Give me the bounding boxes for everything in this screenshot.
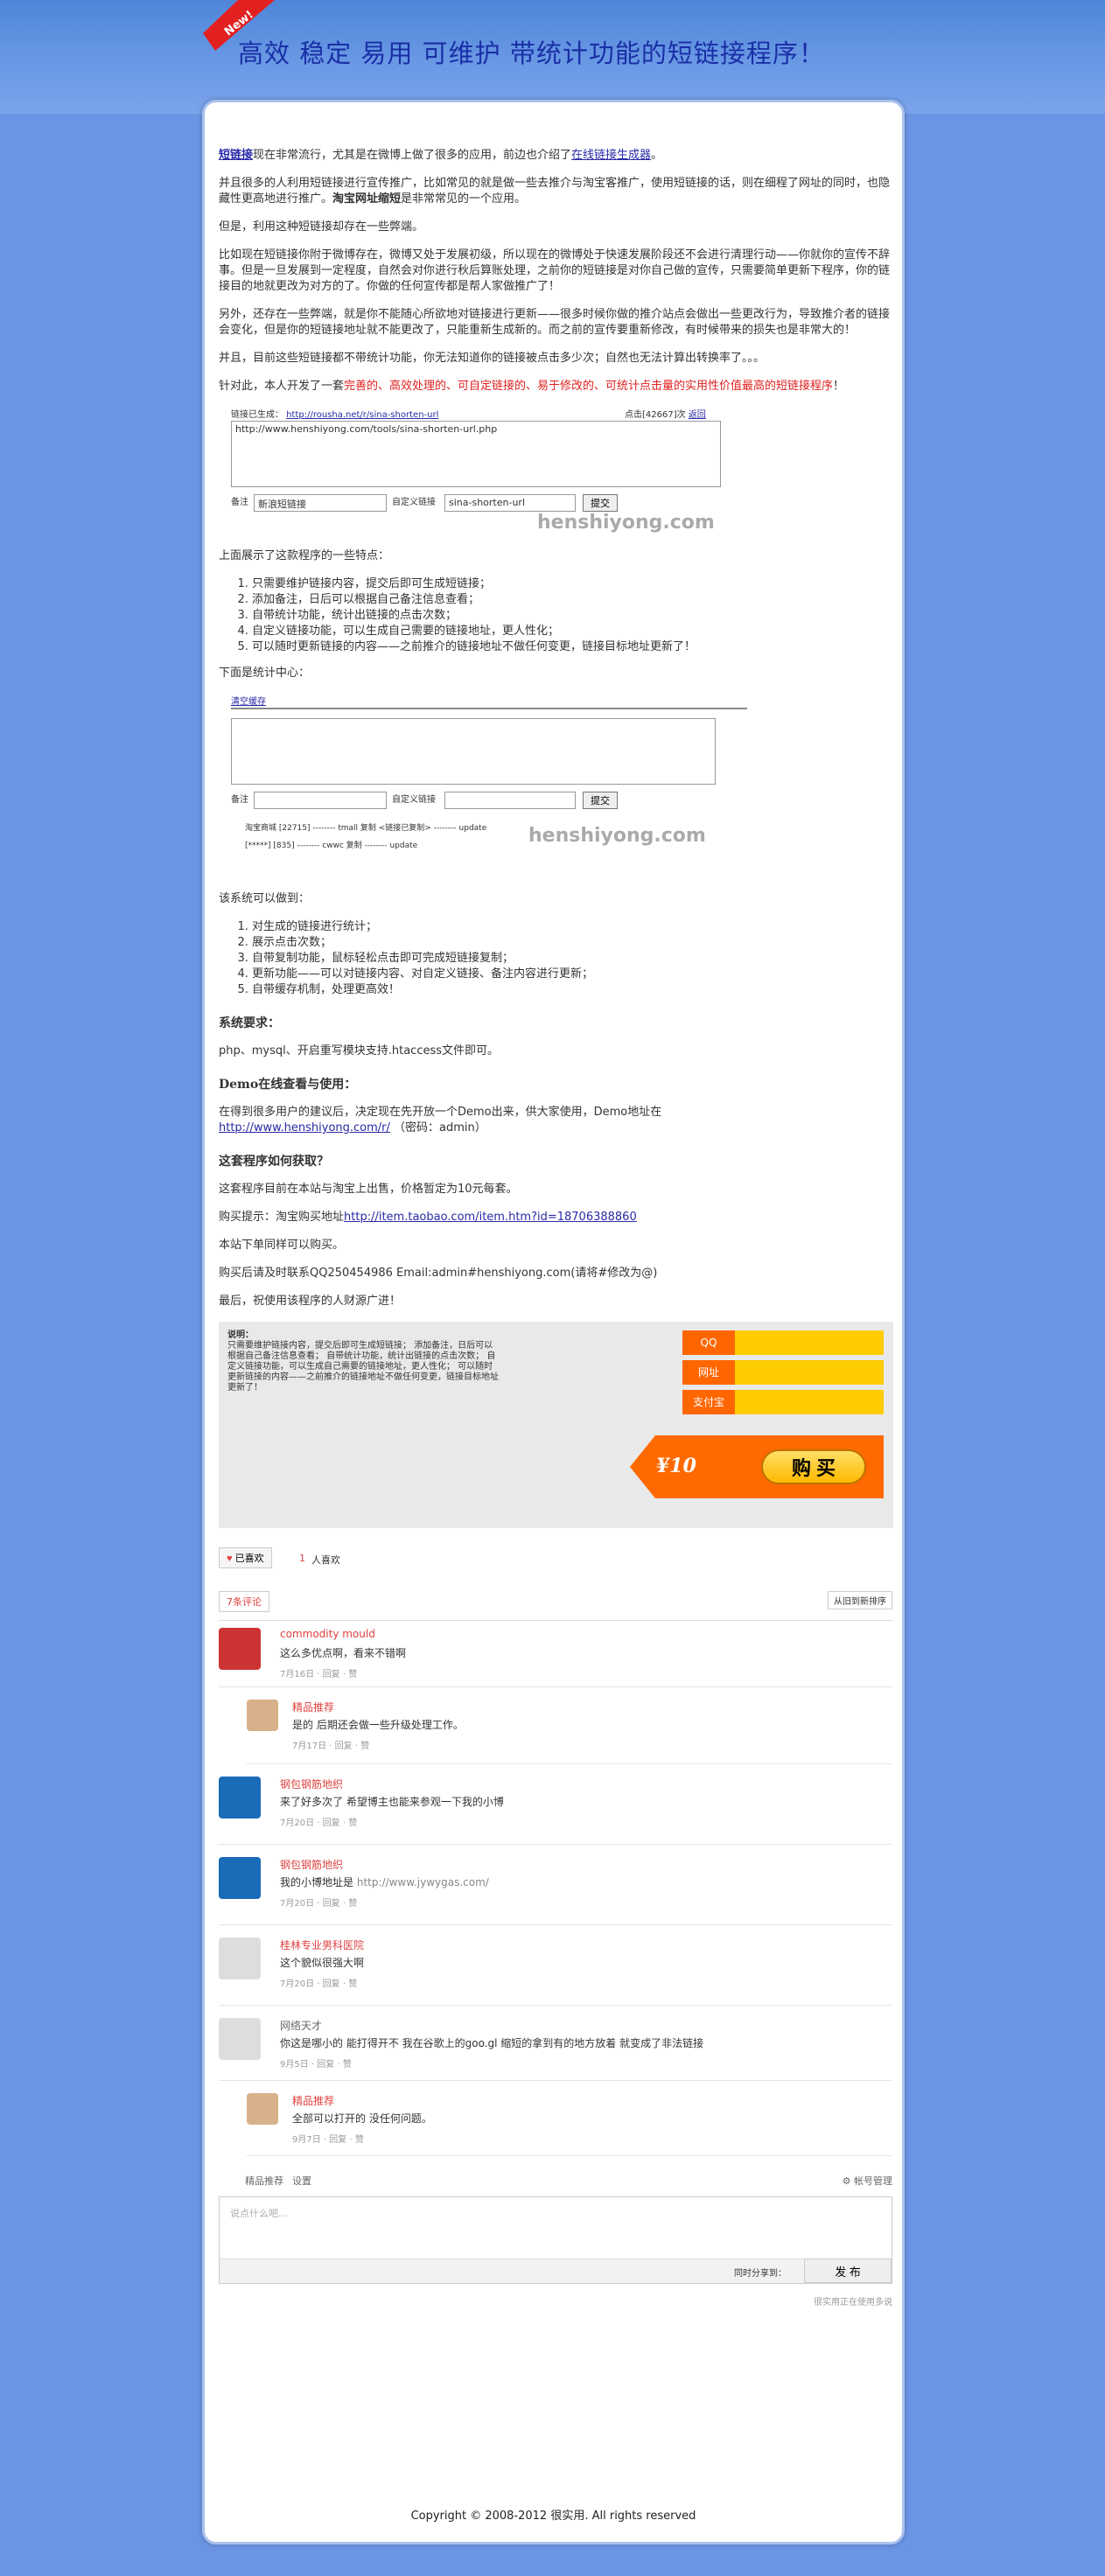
paragraph: 针对此，本人开发了一套完善的、高效处理的、可自定链接的、易于修改的、可统计点击量… [219, 380, 845, 393]
comment-item: commodity mould 这么多优点啊，看来不错啊 7月16日 · 回复 ·… [219, 1621, 892, 1687]
comment-count-tab[interactable]: 7条评论 [219, 1591, 269, 1612]
demo-screenshot-2: 清空缓存 备注 自定义链接 提交 淘宝商城 [22715] -------- t… [231, 694, 747, 877]
reply-link[interactable]: 回复 [317, 2060, 334, 2070]
feature-list: 只需要维护链接内容，提交后即可生成短链接；添加备注，日后可以根据自己备注信息查看… [252, 576, 892, 655]
article-body: 短链接现在非常流行，尤其是在微博上做了很多的应用，前边也介绍了在线链接生成器。 … [219, 148, 893, 2307]
like-link[interactable]: 赞 [348, 1979, 357, 1989]
like-link[interactable]: 赞 [348, 1819, 357, 1828]
like-link[interactable]: 赞 [348, 1899, 357, 1909]
comment-box: 说点什么吧... 同时分享到： 发 布 [219, 2196, 892, 2284]
back-link[interactable]: 返回 [689, 410, 706, 420]
share-checkbox[interactable]: 同时分享到： [734, 2265, 787, 2279]
taobao-link[interactable]: http://item.taobao.com/item.htm?id=18706… [344, 1211, 637, 1224]
comment-item: 桂林专业男科医院 这个貌似很强大啊 7月20日 · 回复 · 赞 [219, 1925, 892, 2006]
clear-cache-tab[interactable]: 清空缓存 [231, 694, 266, 707]
gear-icon: ⚙ [842, 2175, 851, 2187]
comment-link[interactable]: http://www.jywygas.com/ [357, 1876, 489, 1888]
note-field[interactable] [254, 792, 387, 809]
paragraph: 并且很多的人利用短链接进行宣传推广，比如常见的就是做一些去推介与淘宝客推广，使用… [219, 177, 891, 206]
heart-icon: ♥ [227, 1553, 233, 1564]
watermark: henshiyong.com [537, 512, 715, 534]
url-textarea[interactable]: http://www.henshiyong.com/tools/sina-sho… [231, 421, 721, 487]
demo-screenshot-1: 链接已生成： http://rousha.net/r/sina-shorten-… [231, 407, 747, 534]
link-generator-link[interactable]: 在线链接生成器 [571, 149, 651, 162]
page-sheet: 短链接现在非常流行，尤其是在微博上做了很多的应用，前边也介绍了在线链接生成器。 … [202, 100, 905, 2545]
paragraph: 下面是统计中心： [219, 667, 311, 680]
section-heading: 系统要求： [219, 1016, 280, 1030]
like-link[interactable]: 赞 [348, 1670, 357, 1679]
stats-row: 淘宝商城 [22715] -------- tmall 复制 <链接已复制> -… [245, 824, 487, 833]
url-textarea[interactable] [231, 718, 716, 785]
stats-row: [*****] [835] -------- cwwc 复制 -------- … [245, 841, 418, 850]
watermark: henshiyong.com [528, 825, 706, 847]
settings-link[interactable]: 设置 [292, 2174, 311, 2188]
comments-bar: 7条评论 从旧到新排序 [219, 1582, 892, 1621]
publish-button[interactable]: 发 布 [804, 2258, 892, 2283]
like-link[interactable]: 赞 [355, 2135, 364, 2145]
paragraph: 该系统可以做到： [219, 892, 311, 905]
avatar [219, 1628, 261, 1670]
paragraph: 在得到很多用户的建议后，决定现在先开放一个Demo出来，供大家使用，Demo地址… [219, 1106, 662, 1134]
like-bar: ♥ 已喜欢 1 人喜欢 [219, 1544, 892, 1579]
comment-item: 网络天才 你这是哪小的 能打得开不 我在谷歌上的goo.gl 缩短的拿到有的地方放… [219, 2006, 892, 2081]
paragraph: 上面展示了这款程序的一些特点： [219, 549, 390, 562]
note-field[interactable]: 新浪短链接 [254, 494, 387, 512]
paragraph: 短链接现在非常流行，尤其是在微博上做了很多的应用，前边也介绍了在线链接生成器。 [219, 149, 663, 162]
short-link-link[interactable]: 短链接 [219, 149, 253, 162]
comment-item: 精品推荐 是的 后期还会做一些升级处理工作。 7月17日 · 回复 · 赞 [247, 1687, 892, 1764]
reply-link[interactable]: 回复 [323, 1670, 340, 1679]
reply-link[interactable]: 回复 [329, 2135, 346, 2145]
price: ¥10 [656, 1455, 696, 1477]
reply-link[interactable]: 回复 [323, 1899, 340, 1909]
like-button[interactable]: ♥ 已喜欢 [219, 1547, 272, 1568]
avatar [219, 1777, 261, 1819]
avatar [219, 1937, 261, 1979]
reply-link[interactable]: 回复 [335, 1742, 353, 1751]
footer: Copyright © 2008-2012 很实用. All rights re… [410, 2510, 696, 2523]
paragraph: 这套程序目前在本站与淘宝上出售，价格暂定为10元每套。 [219, 1183, 518, 1196]
sort-select[interactable]: 从旧到新排序 [828, 1591, 892, 1609]
buy-row-alipay: 支付宝 [682, 1390, 884, 1414]
demo-link[interactable]: http://www.henshiyong.com/r/ [219, 1121, 390, 1134]
buy-panel: 说明： 只需要维护链接内容，提交后即可生成短链接； 添加备注，日后可以根据自己备注… [219, 1322, 893, 1528]
site-title: 高效 稳定 易用 可维护 带统计功能的短链接程序！ [238, 38, 825, 68]
comment-item: 精品推荐 全部可以打开的 没任何问题。 9月7日 · 回复 · 赞 [247, 2081, 892, 2156]
reply-link[interactable]: 回复 [323, 1979, 340, 1989]
paragraph: php、mysql、开启重写模块支持.htaccess文件即可。 [219, 1044, 500, 1058]
like-link[interactable]: 赞 [343, 2060, 352, 2070]
comment-input[interactable]: 说点什么吧... [230, 2206, 288, 2220]
paragraph: 但是，利用这种短链接却存在一些弊端。 [219, 220, 424, 234]
paragraph: 另外，还存在一些弊端，就是你不能随心所欲地对链接进行更新——很多时候你做的推介站… [219, 308, 891, 337]
submit-button[interactable]: 提交 [583, 792, 618, 809]
submit-button[interactable]: 提交 [583, 494, 618, 512]
account-link[interactable]: ⚙ 帐号管理 [843, 2174, 892, 2188]
avatar [219, 1857, 261, 1899]
custom-link-field[interactable]: sina-shorten-url [444, 494, 576, 512]
paragraph: 比如现在短链接你附于微博存在，微博又处于发展初级，所以现在的微博处于快速发展阶段… [219, 248, 891, 293]
buy-row-qq: QQ [682, 1330, 884, 1355]
paragraph: 最后，祝使用该程序的人财源广进！ [219, 1295, 402, 1308]
avatar [247, 1700, 278, 1731]
generated-url-link[interactable]: http://rousha.net/r/sina-shorten-url [286, 410, 438, 420]
paragraph: 购买后请及时联系QQ250454986 Email:admin#henshiyo… [219, 1267, 658, 1280]
buy-row-url: 网址 [682, 1360, 884, 1385]
feature-list: 对生成的链接进行统计；展示点击次数；自带复制功能，鼠标轻松点击即可完成短链接复制… [252, 919, 892, 998]
comment-item: 钢包钢筋地织 我的小博地址是 http://www.jywygas.com/ 7月… [219, 1845, 892, 1925]
paragraph: 并且，目前这些短链接都不带统计功能，你无法知道你的链接被点击多少次；自然也无法计… [219, 352, 766, 365]
paragraph: 购买提示：淘宝购买地址http://item.taobao.com/item.h… [219, 1211, 637, 1224]
custom-link-field[interactable] [444, 792, 576, 809]
avatar [247, 2093, 278, 2125]
section-heading: Demo在线查看与使用： [219, 1078, 357, 1092]
buy-description: 说明： 只需要维护链接内容，提交后即可生成短链接； 添加备注，日后可以根据自己备注… [227, 1330, 499, 1393]
section-heading: 这套程序如何获取？ [219, 1155, 329, 1169]
comment-item: 钢包钢筋地织 来了好多次了 希望博主也能来参观一下我的小博 7月20日 · 回复 … [219, 1764, 892, 1845]
reply-link[interactable]: 回复 [323, 1819, 340, 1828]
duoshuo-link[interactable]: 很实用正在使用多说 [219, 2294, 892, 2307]
like-link[interactable]: 赞 [360, 1742, 369, 1751]
compose-header: 精品推荐 设置 ⚙ 帐号管理 [245, 2174, 892, 2188]
paragraph: 本站下单同样可以购买。 [219, 1239, 345, 1252]
avatar [219, 2018, 261, 2060]
buy-button[interactable]: 购 买 [761, 1449, 866, 1484]
